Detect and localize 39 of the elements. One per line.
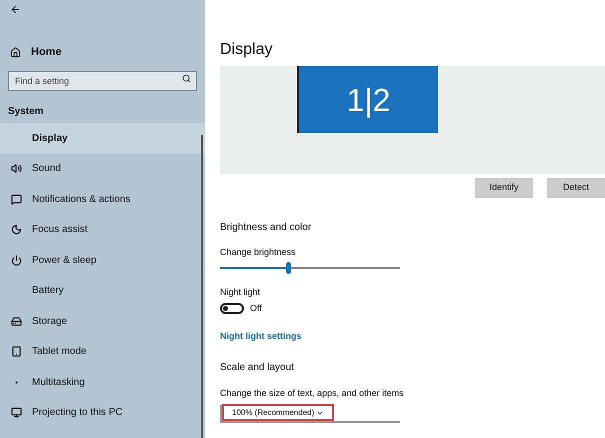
search-icon — [182, 74, 191, 83]
sidebar-item[interactable]: Display — [0, 123, 205, 154]
sidebar-item[interactable]: Multitasking — [0, 367, 205, 398]
sidebar-item[interactable]: Storage — [0, 306, 205, 336]
sidebar-item[interactable]: Notifications & actions — [0, 184, 205, 214]
sidebar-item[interactable]: Focus assist — [0, 214, 205, 245]
monitor-icon — [10, 407, 22, 418]
tablet-icon — [10, 346, 22, 358]
home-icon — [10, 46, 21, 58]
power-icon — [10, 254, 22, 266]
drive-icon — [10, 316, 22, 327]
brightness-slider[interactable] — [220, 262, 400, 274]
sidebar-item[interactable]: Power & sleep — [0, 245, 205, 276]
sidebar-item[interactable]: Tablet mode — [0, 336, 205, 367]
dropdown-label: Change the size of text, apps, and other items — [220, 387, 404, 400]
action-button[interactable]: Detect — [547, 178, 605, 198]
dropdown-value: 100% (Recommended) — [232, 406, 314, 418]
toggle-label: Night light — [220, 286, 260, 299]
section-heading: System — [7, 105, 45, 119]
slider-label: Change brightness — [220, 246, 296, 259]
message-icon — [10, 194, 22, 205]
back-icon[interactable] — [10, 4, 21, 14]
sidebar-item[interactable]: Projecting to this PC — [0, 398, 205, 428]
speaker-icon — [10, 163, 22, 174]
page-title: Display — [220, 40, 272, 60]
night-light-toggle[interactable] — [220, 303, 244, 314]
monitor-tile[interactable]: 1|2 — [297, 66, 438, 133]
section-heading: Scale and layout — [220, 361, 294, 375]
sidebar-item[interactable]: Sound — [0, 154, 205, 184]
sidebar-item[interactable]: Battery — [0, 276, 205, 306]
scale-dropdown[interactable]: 100% (Recommended) — [220, 404, 400, 422]
night-light-link[interactable]: Night light settings — [220, 330, 302, 343]
scrollbar[interactable] — [201, 135, 203, 438]
section-heading: Brightness and color — [220, 221, 312, 235]
toggle-state: Off — [250, 302, 262, 315]
search-field[interactable]: Find a setting — [8, 71, 197, 91]
home-item[interactable]: Home — [0, 40, 205, 64]
moon-icon — [10, 224, 22, 236]
action-button[interactable]: Identify — [475, 178, 533, 198]
